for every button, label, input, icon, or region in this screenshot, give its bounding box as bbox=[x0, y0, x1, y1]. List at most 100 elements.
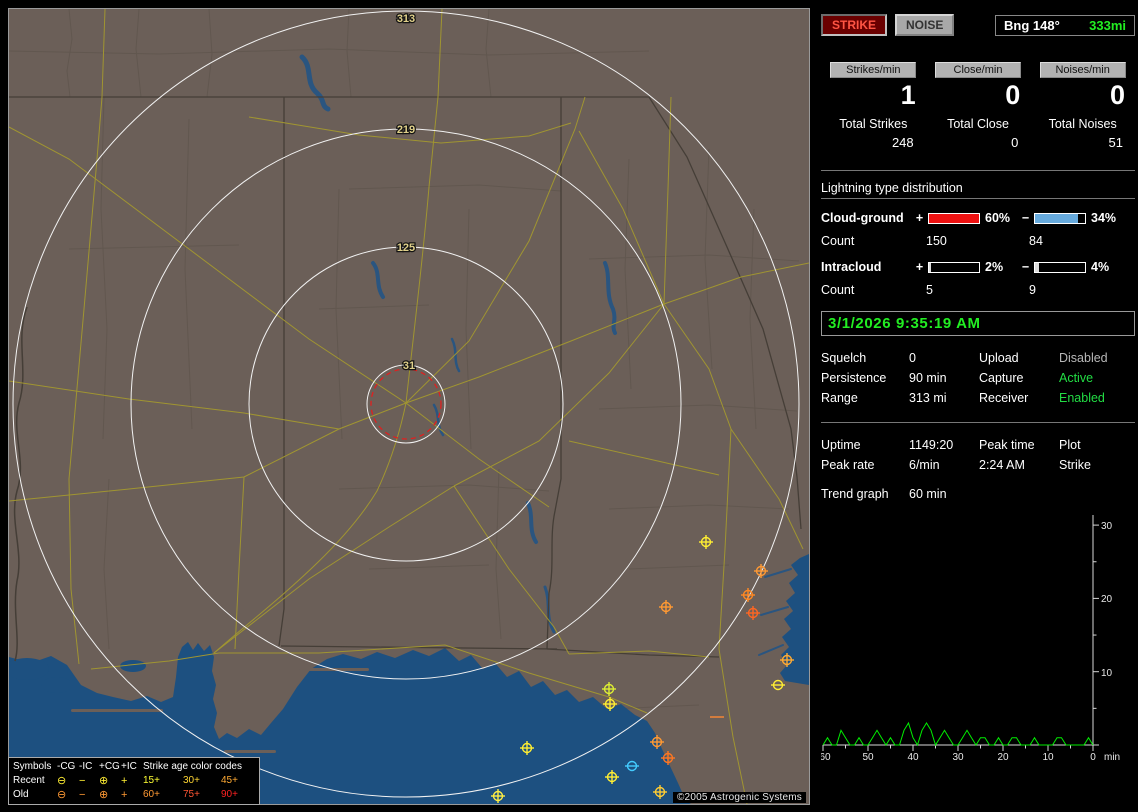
ic-minus-bar bbox=[1034, 261, 1086, 273]
strikes-per-min-chip[interactable]: Strikes/min bbox=[830, 62, 917, 78]
minus-sign: − bbox=[1021, 260, 1030, 274]
noises-per-min-value: 0 bbox=[1109, 80, 1125, 110]
uptime-value: 1149:20 bbox=[909, 438, 954, 452]
age-code-45: 45+ bbox=[221, 775, 238, 786]
distribution-title: Lightning type distribution bbox=[821, 181, 1135, 199]
trend-window-value: 60 min bbox=[909, 487, 947, 501]
count-label: Count bbox=[821, 283, 855, 297]
cg-minus-pct: 34% bbox=[1091, 211, 1117, 225]
peak-rate-label: Peak rate bbox=[821, 458, 875, 472]
peak-time-value: 2:24 AM bbox=[979, 458, 1025, 472]
y-tick-label: 10 bbox=[1101, 668, 1113, 679]
legend-header-neg-ic: -IC bbox=[79, 761, 93, 772]
noises-per-min-chip[interactable]: Noises/min bbox=[1039, 62, 1126, 78]
circle-plus-icon: ⊕ bbox=[99, 788, 109, 801]
upload-label: Upload bbox=[979, 351, 1019, 365]
trend-header: Trend graph 60 min bbox=[821, 487, 1135, 501]
datetime-text: 3/1/2026 9:35:19 AM bbox=[828, 315, 981, 332]
legend-header-pos-ic: +IC bbox=[121, 761, 137, 772]
x-tick-label: 10 bbox=[1042, 752, 1054, 763]
range-ring-label: 219 bbox=[397, 124, 415, 136]
persistence-value: 90 min bbox=[909, 371, 947, 385]
bearing-value: Bng 148° bbox=[1004, 17, 1060, 33]
rate-columns: Strikes/min 1 Total Strikes 248 Close/mi… bbox=[821, 62, 1135, 150]
bearing-readout: Bng 148° 333mi bbox=[995, 14, 1135, 36]
x-tick-label: 50 bbox=[862, 752, 874, 763]
cg-plus-pct: 60% bbox=[985, 211, 1011, 225]
y-tick-label: 20 bbox=[1101, 594, 1113, 605]
close-per-min-chip[interactable]: Close/min bbox=[934, 62, 1021, 78]
age-code-30: 30+ bbox=[183, 775, 200, 786]
intracloud-label: Intracloud bbox=[821, 260, 882, 274]
range-ring-label: 125 bbox=[397, 242, 415, 254]
intracloud-counts: Count 5 9 bbox=[821, 283, 1135, 297]
circle-plus-icon: ⊕ bbox=[99, 774, 109, 787]
strike-button[interactable]: STRIKE bbox=[821, 14, 888, 36]
ic-plus-count: 5 bbox=[926, 283, 933, 297]
plus-sign: + bbox=[915, 211, 924, 225]
range-ring-label: 31 bbox=[403, 360, 415, 372]
datetime-display: 3/1/2026 9:35:19 AM bbox=[821, 311, 1135, 336]
plot-label: Plot bbox=[1059, 438, 1081, 452]
squelch-value: 0 bbox=[909, 351, 916, 365]
minus-icon: − bbox=[79, 774, 86, 787]
upload-status: Disabled bbox=[1059, 351, 1108, 365]
ic-minus-count: 9 bbox=[1029, 283, 1036, 297]
age-code-60: 60+ bbox=[143, 789, 160, 800]
cloud-ground-label: Cloud-ground bbox=[821, 211, 904, 225]
count-label: Count bbox=[821, 234, 855, 248]
plus-icon: + bbox=[121, 788, 128, 801]
divider bbox=[821, 422, 1135, 423]
peak-time-label: Peak time bbox=[979, 438, 1035, 452]
circle-minus-icon: ⊖ bbox=[57, 788, 67, 801]
map-legend: Symbols -CG -IC +CG +IC Strike age color… bbox=[8, 757, 260, 805]
plot-value[interactable]: Strike bbox=[1059, 455, 1135, 475]
noise-button[interactable]: NOISE bbox=[895, 14, 955, 36]
plus-icon: + bbox=[121, 774, 128, 787]
minus-sign: − bbox=[1021, 211, 1030, 225]
x-axis-unit: min bbox=[1104, 752, 1120, 763]
bearing-distance: 333mi bbox=[1089, 17, 1126, 33]
receiver-status: Enabled bbox=[1059, 391, 1105, 405]
trend-graph: 30 20 10 60 50 40 30 20 10 0 min bbox=[821, 515, 1120, 763]
x-tick-label: 30 bbox=[952, 752, 964, 763]
map-canvas[interactable]: 313 219 125 31 bbox=[9, 9, 809, 804]
legend-header-pos-cg: +CG bbox=[99, 761, 120, 772]
x-tick-label: 0 bbox=[1090, 752, 1096, 763]
squelch-label: Squelch bbox=[821, 351, 867, 365]
lightning-map[interactable]: 313 219 125 31 Symbols -CG -IC +CG +IC S… bbox=[8, 8, 810, 805]
close-per-min-value: 0 bbox=[1005, 80, 1021, 110]
x-tick-label: 60 bbox=[821, 752, 831, 763]
total-strikes-value: 248 bbox=[891, 135, 914, 150]
total-close-label: Total Close bbox=[947, 117, 1009, 131]
total-close-value: 0 bbox=[1011, 135, 1019, 150]
divider bbox=[821, 170, 1135, 171]
legend-row-old: Old bbox=[13, 789, 29, 800]
x-tick-label: 20 bbox=[997, 752, 1009, 763]
copyright-text: ©2005 Astrogenic Systems bbox=[672, 792, 806, 803]
total-noises-label: Total Noises bbox=[1048, 117, 1117, 131]
control-panel: STRIKE NOISE Bng 148° 333mi Strikes/min … bbox=[818, 0, 1138, 812]
ic-plus-bar bbox=[928, 261, 980, 273]
capture-status: Active bbox=[1059, 371, 1094, 385]
legend-row-recent: Recent bbox=[13, 775, 45, 786]
legend-header-symbols: Symbols bbox=[13, 761, 52, 772]
plus-sign: + bbox=[915, 260, 924, 274]
persistence-label: Persistence bbox=[821, 371, 887, 385]
range-label: Range bbox=[821, 391, 858, 405]
cloud-ground-counts: Count 150 84 bbox=[821, 234, 1135, 248]
axis-ticks bbox=[822, 524, 1099, 751]
total-noises-value: 51 bbox=[1108, 135, 1123, 150]
minus-icon: − bbox=[79, 788, 86, 801]
range-value: 313 mi bbox=[909, 391, 947, 405]
ic-plus-pct: 2% bbox=[985, 260, 1004, 274]
cg-plus-bar bbox=[928, 212, 980, 224]
range-ring-label: 313 bbox=[397, 13, 415, 25]
ic-minus-pct: 4% bbox=[1091, 260, 1110, 274]
cg-plus-count: 150 bbox=[926, 234, 947, 248]
settings-grid: Squelch 0 Upload Disabled Persistence 90… bbox=[821, 348, 1135, 408]
y-tick-label: 30 bbox=[1101, 521, 1113, 532]
circle-minus-icon: ⊖ bbox=[57, 774, 67, 787]
cloud-ground-row: Cloud-ground + 60% − 34% bbox=[821, 211, 1135, 225]
age-code-90: 90+ bbox=[221, 789, 238, 800]
